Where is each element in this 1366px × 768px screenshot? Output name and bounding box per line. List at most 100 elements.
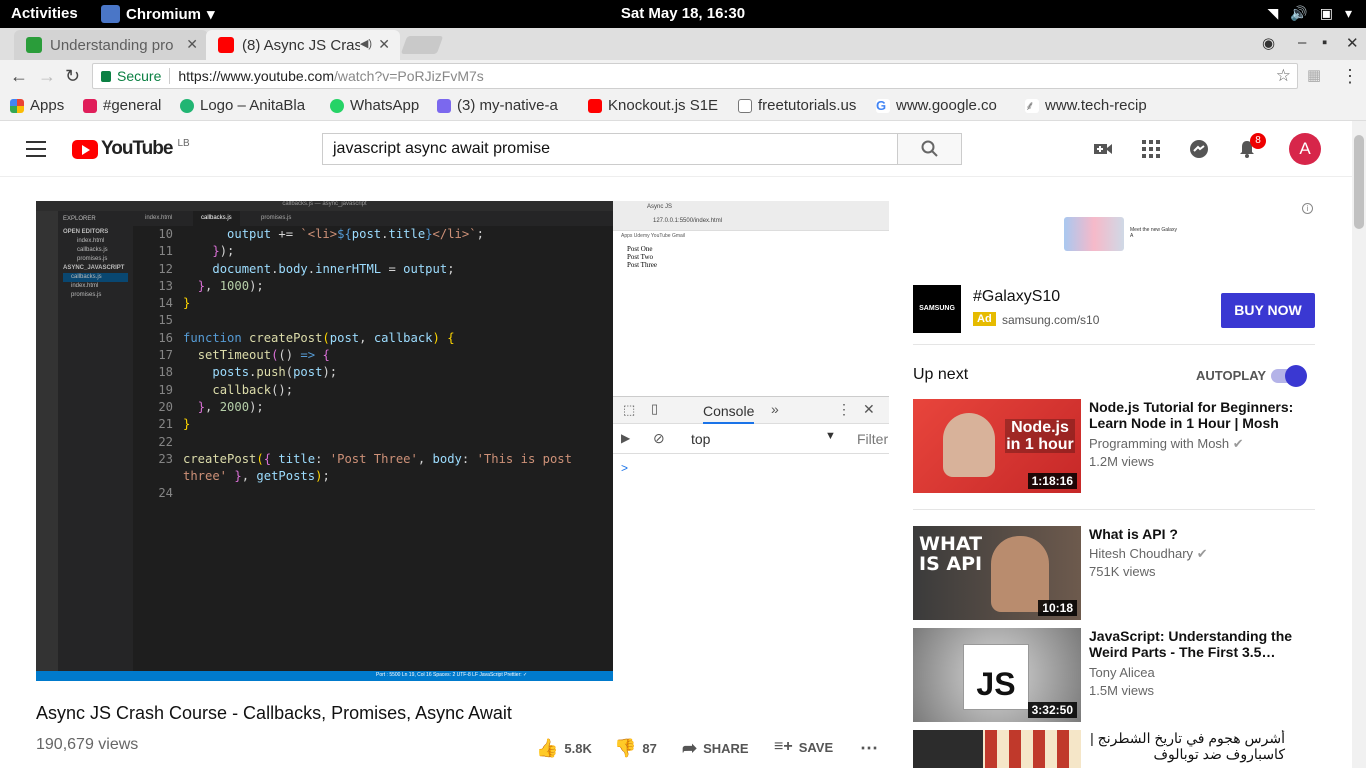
address-bar[interactable]: Secure https://www.youtube.com/watch?v=P… bbox=[92, 63, 1298, 89]
new-tab-button[interactable] bbox=[400, 36, 444, 54]
ad-card[interactable]: SAMSUNG #GalaxyS10 Ad samsung.com/s10 BU… bbox=[913, 269, 1315, 345]
bookmark-label: Knockout.js S1E bbox=[608, 97, 719, 114]
bookmark-native[interactable]: (3) my-native-a bbox=[437, 97, 575, 114]
tab-understanding[interactable]: Understanding pro ✕ bbox=[14, 30, 208, 60]
embedded-url: 127.0.0.1:5500/index.html bbox=[653, 218, 723, 224]
divider bbox=[169, 68, 171, 84]
bookmark-apps[interactable]: Apps bbox=[10, 97, 64, 114]
channel-name[interactable]: Programming with Mosh ✔ bbox=[1089, 436, 1244, 452]
youtube-wordmark: YouTube bbox=[101, 138, 173, 159]
autoplay-toggle[interactable] bbox=[1271, 365, 1307, 387]
bookmark-label: www.tech-recip bbox=[1045, 97, 1147, 114]
recommended-video[interactable]: أشرس هجوم في تاريخ الشطرنج | كاسباروف ضد… bbox=[913, 730, 1315, 768]
thumbnail-text: Node.js in 1 hour bbox=[1005, 419, 1075, 453]
back-icon[interactable]: ← bbox=[10, 66, 28, 87]
maximize-icon[interactable]: ▪ bbox=[1322, 34, 1327, 51]
bookmark-logo[interactable]: Logo – AnitaBla bbox=[180, 97, 318, 114]
video-duration: 10:18 bbox=[1038, 600, 1077, 616]
list-item: Post Two bbox=[627, 253, 654, 261]
search-input[interactable]: javascript async await promise bbox=[322, 133, 898, 165]
close-icon[interactable]: ✕ bbox=[186, 36, 198, 53]
share-button[interactable]: ➦ SHARE bbox=[682, 738, 749, 759]
buy-now-button[interactable]: BUY NOW bbox=[1221, 293, 1315, 328]
bookmark-general[interactable]: #general bbox=[83, 97, 173, 114]
recommended-video[interactable]: WHAT IS API 10:18 What is API ? Hitesh C… bbox=[913, 526, 1315, 620]
apps-grid-icon[interactable] bbox=[1141, 139, 1161, 159]
video-thumbnail[interactable]: Node.js in 1 hour 1:18:16 bbox=[913, 399, 1081, 493]
secure-indicator[interactable]: Secure bbox=[101, 68, 161, 84]
save-label: SAVE bbox=[798, 739, 834, 755]
youtube-logo[interactable]: YouTube LB bbox=[72, 138, 190, 160]
channel-label: Programming with Mosh bbox=[1089, 436, 1230, 451]
page-scrollbar[interactable] bbox=[1352, 121, 1366, 768]
video-title[interactable]: Node.js Tutorial for Beginners: Learn No… bbox=[1089, 399, 1315, 431]
clipboard-icon: ▣ bbox=[1319, 5, 1333, 21]
video-thumbnail[interactable]: WHAT IS API 10:18 bbox=[913, 526, 1081, 620]
video-title[interactable]: JavaScript: Understanding the Weird Part… bbox=[1089, 628, 1315, 660]
system-tray[interactable]: ◥ 🔊 ▣ ▾ bbox=[1268, 5, 1352, 22]
bookmark-techrecipes[interactable]: ⸙ www.tech-recip bbox=[1025, 97, 1163, 114]
like-count: 5.8K bbox=[564, 741, 592, 756]
video-player[interactable]: callbacks.js — async_javascript EXPLORER… bbox=[36, 201, 889, 681]
channel-name[interactable]: Tony Alicea bbox=[1089, 665, 1155, 680]
youtube-icon bbox=[588, 98, 602, 113]
video-thumbnail[interactable]: JS 3:32:50 bbox=[913, 628, 1081, 722]
profile-icon[interactable]: ◉ bbox=[1262, 34, 1275, 52]
code-editor: 10 output += `<li>${post.title}</li>`; 1… bbox=[133, 226, 613, 676]
bookmark-google[interactable]: Gwww.google.co bbox=[876, 97, 1012, 114]
extension-icon[interactable]: ▦ bbox=[1307, 66, 1321, 84]
youtube-header: YouTube LB javascript async await promis… bbox=[0, 121, 1352, 177]
video-thumbnail[interactable] bbox=[913, 730, 1081, 768]
dislike-count: 87 bbox=[642, 741, 657, 756]
console-filter-bar: ▶ ⊘ top ▼ Filter bbox=[613, 424, 889, 454]
bookmark-whatsapp[interactable]: WhatsApp bbox=[330, 97, 419, 114]
vscode-activity-bar bbox=[36, 211, 58, 676]
avatar[interactable]: A bbox=[1289, 133, 1321, 165]
notification-badge: 8 bbox=[1250, 133, 1266, 149]
ad-banner-text: Meet the new Galaxy A bbox=[1130, 227, 1177, 239]
recommended-video[interactable]: JS 3:32:50 JavaScript: Understanding the… bbox=[913, 628, 1315, 722]
menu-icon[interactable]: ⋮ bbox=[1341, 66, 1359, 87]
status-text: Port : 5500 Ln 19, Col 16 Spaces: 2 UTF-… bbox=[376, 672, 528, 678]
ad-title: #GalaxyS10 bbox=[973, 288, 1061, 305]
audio-icon[interactable]: ◀) bbox=[360, 37, 372, 50]
bookmark-freetutorials[interactable]: freetutorials.us bbox=[738, 97, 856, 114]
explorer-heading: EXPLORER bbox=[63, 216, 96, 222]
more-actions-icon[interactable]: ⋯ bbox=[860, 738, 878, 759]
minimize-icon[interactable]: – bbox=[1298, 34, 1306, 51]
scrollbar-thumb[interactable] bbox=[1354, 135, 1364, 229]
close-window-icon[interactable]: ✕ bbox=[1346, 34, 1359, 52]
info-icon[interactable]: i bbox=[1302, 203, 1313, 214]
devtools-panel: ⬚ ▯ Console » ⋮ ✕ ▶ ⊘ top ▼ Filter > bbox=[613, 396, 889, 681]
channel-name[interactable]: Hitesh Choudhary ✔ bbox=[1089, 546, 1208, 562]
search-button[interactable] bbox=[897, 133, 962, 165]
create-video-icon[interactable] bbox=[1093, 139, 1113, 159]
devtools-tab-console: Console bbox=[703, 403, 755, 424]
ad-banner[interactable]: Meet the new Galaxy A bbox=[1060, 213, 1180, 257]
clock[interactable]: Sat May 18, 16:30 bbox=[0, 5, 1366, 22]
file-item: promises.js bbox=[71, 292, 102, 298]
inspect-icon: ⬚ bbox=[623, 402, 636, 417]
lock-icon bbox=[101, 70, 111, 82]
canva-icon bbox=[180, 98, 194, 113]
like-button[interactable]: 👍 5.8K bbox=[536, 738, 592, 759]
video-duration: 1:18:16 bbox=[1027, 473, 1077, 489]
dislike-button[interactable]: 👎 87 bbox=[614, 738, 657, 759]
reload-icon[interactable]: ↻ bbox=[65, 66, 80, 87]
guide-menu-icon[interactable] bbox=[26, 141, 46, 157]
save-button[interactable]: ≡+ SAVE bbox=[774, 738, 833, 756]
messages-icon[interactable] bbox=[1189, 139, 1209, 159]
bookmark-knockout[interactable]: Knockout.js S1E bbox=[588, 97, 724, 114]
vscode-explorer: EXPLORER OPEN EDITORS index.html callbac… bbox=[58, 211, 133, 676]
video-title[interactable]: What is API ? bbox=[1089, 526, 1315, 542]
url-path: /watch?v=PoRJizFvM7s bbox=[334, 68, 484, 84]
file-item: index.html bbox=[77, 238, 105, 244]
close-icon[interactable]: ✕ bbox=[378, 36, 390, 53]
recommended-video[interactable]: Node.js in 1 hour 1:18:16 Node.js Tutori… bbox=[913, 399, 1315, 493]
video-title[interactable]: أشرس هجوم في تاريخ الشطرنج | كاسباروف ضد… bbox=[1089, 730, 1285, 762]
editor-tab-active: callbacks.js bbox=[193, 211, 240, 226]
forward-icon[interactable]: → bbox=[38, 66, 56, 87]
bookmark-star-icon[interactable]: ☆ bbox=[1276, 66, 1291, 86]
tab-youtube[interactable]: (8) Async JS Cras ◀) ✕ bbox=[206, 30, 400, 60]
video-views: 1.2M views bbox=[1089, 454, 1155, 469]
